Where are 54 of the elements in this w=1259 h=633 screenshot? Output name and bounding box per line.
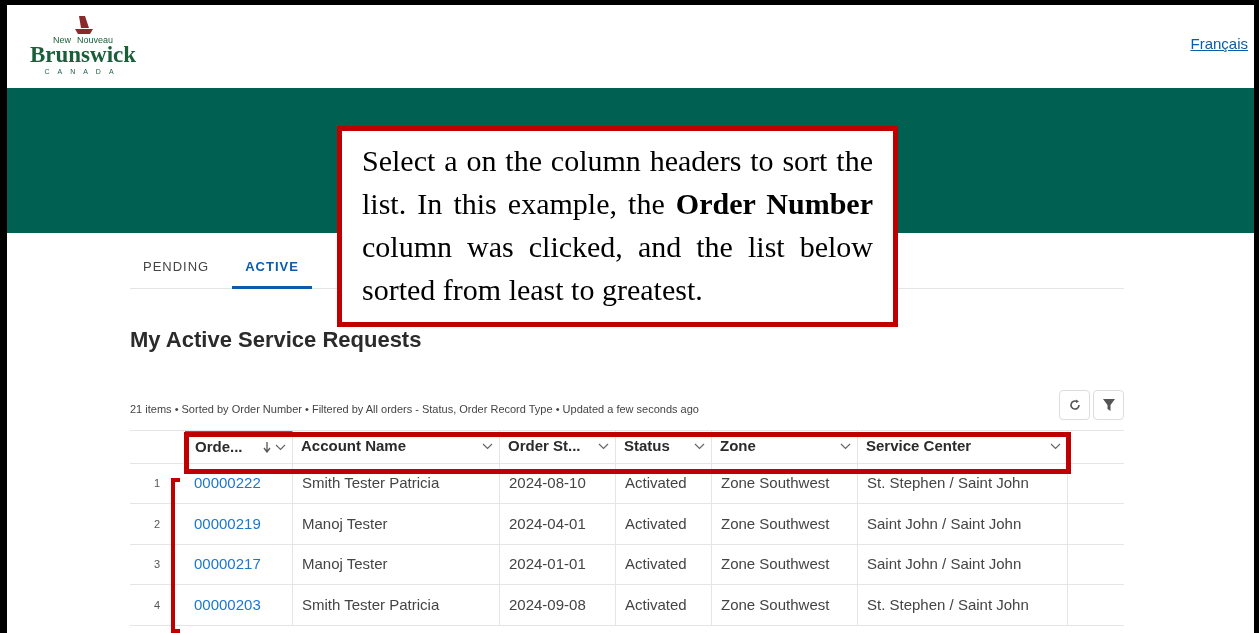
column-header[interactable]: Account Name <box>293 430 500 463</box>
table-cell-text: 2024-08-10 <box>509 473 586 493</box>
table-cell-text: Smith Tester Patricia <box>302 473 440 493</box>
row-number: 1 <box>153 476 161 491</box>
column-header[interactable]: Orde... <box>185 430 293 463</box>
order-link[interactable]: 00000217 <box>194 553 261 576</box>
tab[interactable]: ACTIVE <box>232 255 312 289</box>
table-cell-text: 2024-01-01 <box>509 554 586 574</box>
section-heading: My Active Service Requests <box>130 325 422 354</box>
table-cell-text: Zone Southwest <box>721 513 830 534</box>
callout-text: Select a on the column headers to sort the list. In this example, the Order Number column was clicked, and the list below sorted from least to greatest. <box>337 126 898 327</box>
refresh-button[interactable] <box>1059 389 1090 420</box>
table-cell-text: Smith Tester Patricia <box>302 594 440 615</box>
chevron-down-icon <box>840 443 851 450</box>
chevron-down-icon <box>598 443 609 450</box>
table-cell-text: Manoj Tester <box>302 513 388 534</box>
table-cell-text: St. Stephen / Saint John <box>867 594 1029 615</box>
column-header[interactable]: Status <box>616 430 712 463</box>
table-cell-text: Zone Southwest <box>721 594 830 615</box>
table-cell-text: Activated <box>625 554 687 574</box>
row-number: 4 <box>153 597 161 613</box>
row-number: 3 <box>153 557 161 572</box>
table-cell-text: Activated <box>625 594 687 615</box>
sort-arrow-icon <box>263 441 271 453</box>
table-cell-text: St. Stephen / Saint John <box>867 473 1029 493</box>
chevron-down-icon <box>275 443 286 451</box>
row-number: 2 <box>153 516 161 532</box>
table-cell-text: Zone Southwest <box>721 554 830 574</box>
column-header[interactable]: Zone <box>712 430 858 463</box>
table-cell-text: 2024-04-01 <box>509 513 586 534</box>
tab[interactable]: PENDING <box>130 255 223 289</box>
order-link[interactable]: 00000222 <box>194 472 261 495</box>
order-link[interactable]: 00000219 <box>194 512 261 535</box>
filter-icon <box>1102 398 1115 411</box>
column-header[interactable]: Service Center <box>858 430 1068 463</box>
language-link[interactable]: Français <box>1190 33 1248 56</box>
chevron-down-icon <box>1050 443 1061 450</box>
logo-wordmark: Brunswick <box>29 45 137 66</box>
chevron-down-icon <box>694 443 705 450</box>
table-cell-text: 2024-09-08 <box>509 594 586 615</box>
refresh-icon <box>1067 397 1082 412</box>
table-cell-text: Saint John / Saint John <box>867 554 1022 574</box>
table-cell-text: Manoj Tester <box>302 554 388 574</box>
column-header[interactable]: Order St... <box>500 430 616 463</box>
list-summary: 21 items • Sorted by Order Number • Filtered by All orders - Status, Order Record Type • Updated a few seconds ago <box>130 402 699 417</box>
chevron-down-icon <box>482 443 493 450</box>
logo-text: Nouveau <box>77 36 113 46</box>
logo-text: New <box>52 36 71 46</box>
table-cell-text: Zone Southwest <box>721 473 830 493</box>
table-cell-text: Activated <box>625 473 687 493</box>
order-link[interactable]: 00000203 <box>194 593 261 616</box>
filter-button[interactable] <box>1093 389 1124 420</box>
table-cell-text: Saint John / Saint John <box>867 513 1022 534</box>
table-cell-text: Activated <box>625 513 687 534</box>
